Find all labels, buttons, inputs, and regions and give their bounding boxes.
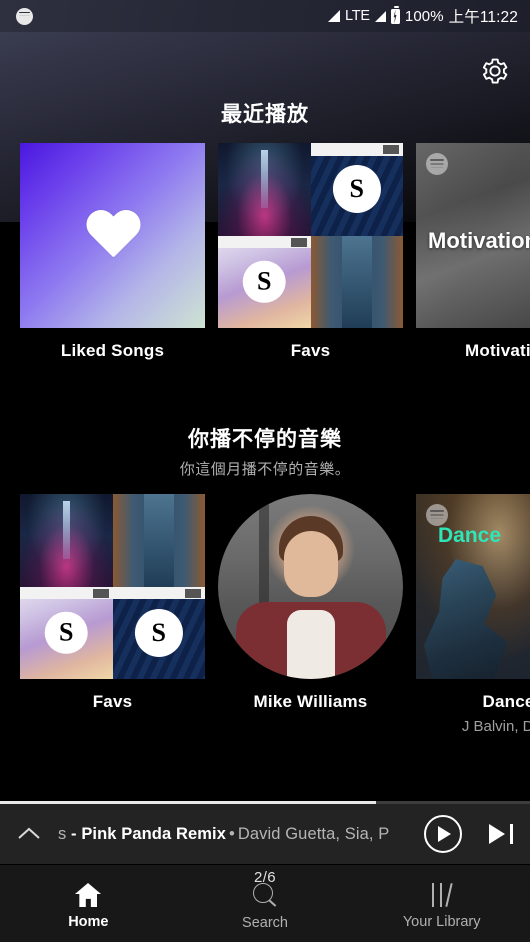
network-type: LTE [344,8,370,24]
card-label: Dance [482,692,530,711]
portrait-face [283,531,338,597]
skip-next-icon [489,824,513,844]
card-liked-songs[interactable]: Liked Songs [20,143,205,361]
library-bar [431,883,434,907]
spinnin-records-logo-icon: S [44,611,88,655]
library-icon [429,883,455,907]
favs-artwork: S S [218,143,403,328]
play-icon [424,815,462,853]
collage-tile: S [20,586,113,679]
track-title: - Pink Panda Remix [66,824,226,843]
card-motivation[interactable]: Motivation Motivation [416,143,530,361]
section-on-repeat: 你播不停的音樂 你這個月播不停的音樂。 S S Favs Mike Willia… [0,361,530,735]
status-bar: LTE 100% 上午11:22 [0,0,530,32]
playback-progress-fill [0,801,377,804]
collage-tile: S [112,586,205,679]
card-label: Liked Songs [60,341,165,360]
album-header-strip [112,586,205,600]
next-button[interactable] [472,824,530,844]
album-collage: S S [218,143,403,328]
album-header-strip [310,143,403,156]
gear-icon [482,58,508,84]
spinnin-records-logo-icon: S [332,165,381,214]
album-header-strip [218,235,311,249]
collage-tile: S [218,235,311,328]
chevron-up-icon [18,827,40,839]
expand-player-button[interactable] [0,826,58,842]
liked-songs-artwork [20,143,205,328]
spinnin-records-logo-icon: S [134,608,183,657]
card-label: Favs [290,341,331,360]
home-icon [75,883,102,907]
track-info[interactable]: s - Pink Panda Remix • David Guetta, Sia, … [58,825,414,844]
playback-progress-track[interactable] [0,801,530,804]
signal-bars-secondary-icon [374,10,386,22]
library-bar [444,883,453,907]
settings-button[interactable] [476,52,514,90]
collage-tile: S [310,143,403,236]
status-bar-left [16,7,33,25]
signal-bars-icon [327,10,340,22]
album-header-strip [20,586,113,600]
collage-tile [310,235,403,328]
artist-artwork [218,494,403,679]
battery-icon [390,6,400,24]
battery-percent: 100% [404,7,444,25]
nav-label: Your Library [402,914,481,930]
collage-tile [112,494,205,587]
home-scroll-area[interactable]: 最近播放 Liked Songs S S Favs Motivation Mot… [0,32,530,806]
section-title: 你播不停的音樂 [188,428,342,451]
play-button[interactable] [414,815,472,853]
library-bar [439,883,442,907]
artwork-title: Motivation [428,228,530,254]
dance-artwork: Dance [416,494,530,679]
card-subtitle: J Balvin, DJ S [461,718,530,735]
nav-item-home[interactable]: Home [0,865,177,942]
track-separator: • [228,824,235,843]
card-dance[interactable]: Dance Dance J Balvin, DJ S [416,494,530,735]
card-mike-williams[interactable]: Mike Williams [218,494,403,735]
clock: 上午11:22 [448,9,518,26]
now-playing-bar[interactable]: s - Pink Panda Remix • David Guetta, Sia, … [0,801,530,864]
bottom-navigation[interactable]: Home 2/6 Search Your Library [0,864,530,942]
card-row-on-repeat[interactable]: S S Favs Mike Williams Dance Dance J Bal… [0,494,530,735]
motivation-artwork: Motivation [416,143,530,328]
nav-item-search[interactable]: 2/6 Search [177,865,354,942]
spotify-badge-icon [426,153,448,175]
favs-artwork: S S [20,494,205,679]
nav-label: Home [68,914,109,930]
collage-tile [20,494,113,587]
card-label: Mike Williams [253,692,368,711]
card-label: Favs [92,692,133,711]
section-title: 最近播放 [221,103,309,126]
nav-label: Search [242,915,288,931]
album-collage: S S [20,494,205,679]
spotify-icon [16,7,33,25]
card-row-recently-played[interactable]: Liked Songs S S Favs Motivation Motivati [0,143,530,361]
portrait-shirt [286,610,335,679]
play-triangle [438,826,451,842]
search-icon [252,882,278,908]
section-subtitle: 你這個月播不停的音樂。 [179,461,351,478]
dj-figure [424,559,508,679]
card-favs[interactable]: S S Favs [218,143,403,361]
spinnin-records-logo-icon: S [242,260,286,304]
card-favs[interactable]: S S Favs [20,494,205,735]
nav-item-your-library[interactable]: Your Library [353,865,530,942]
heart-icon [85,211,141,261]
status-bar-right: LTE 100% 上午11:22 [327,5,518,27]
card-label: Motivation [465,341,530,360]
section-recently-played: 最近播放 Liked Songs S S Favs Motivation Mot… [0,32,530,361]
artwork-title: Dance [438,523,502,547]
track-artist: David Guetta, Sia, P [237,824,390,843]
collage-tile [218,143,311,236]
